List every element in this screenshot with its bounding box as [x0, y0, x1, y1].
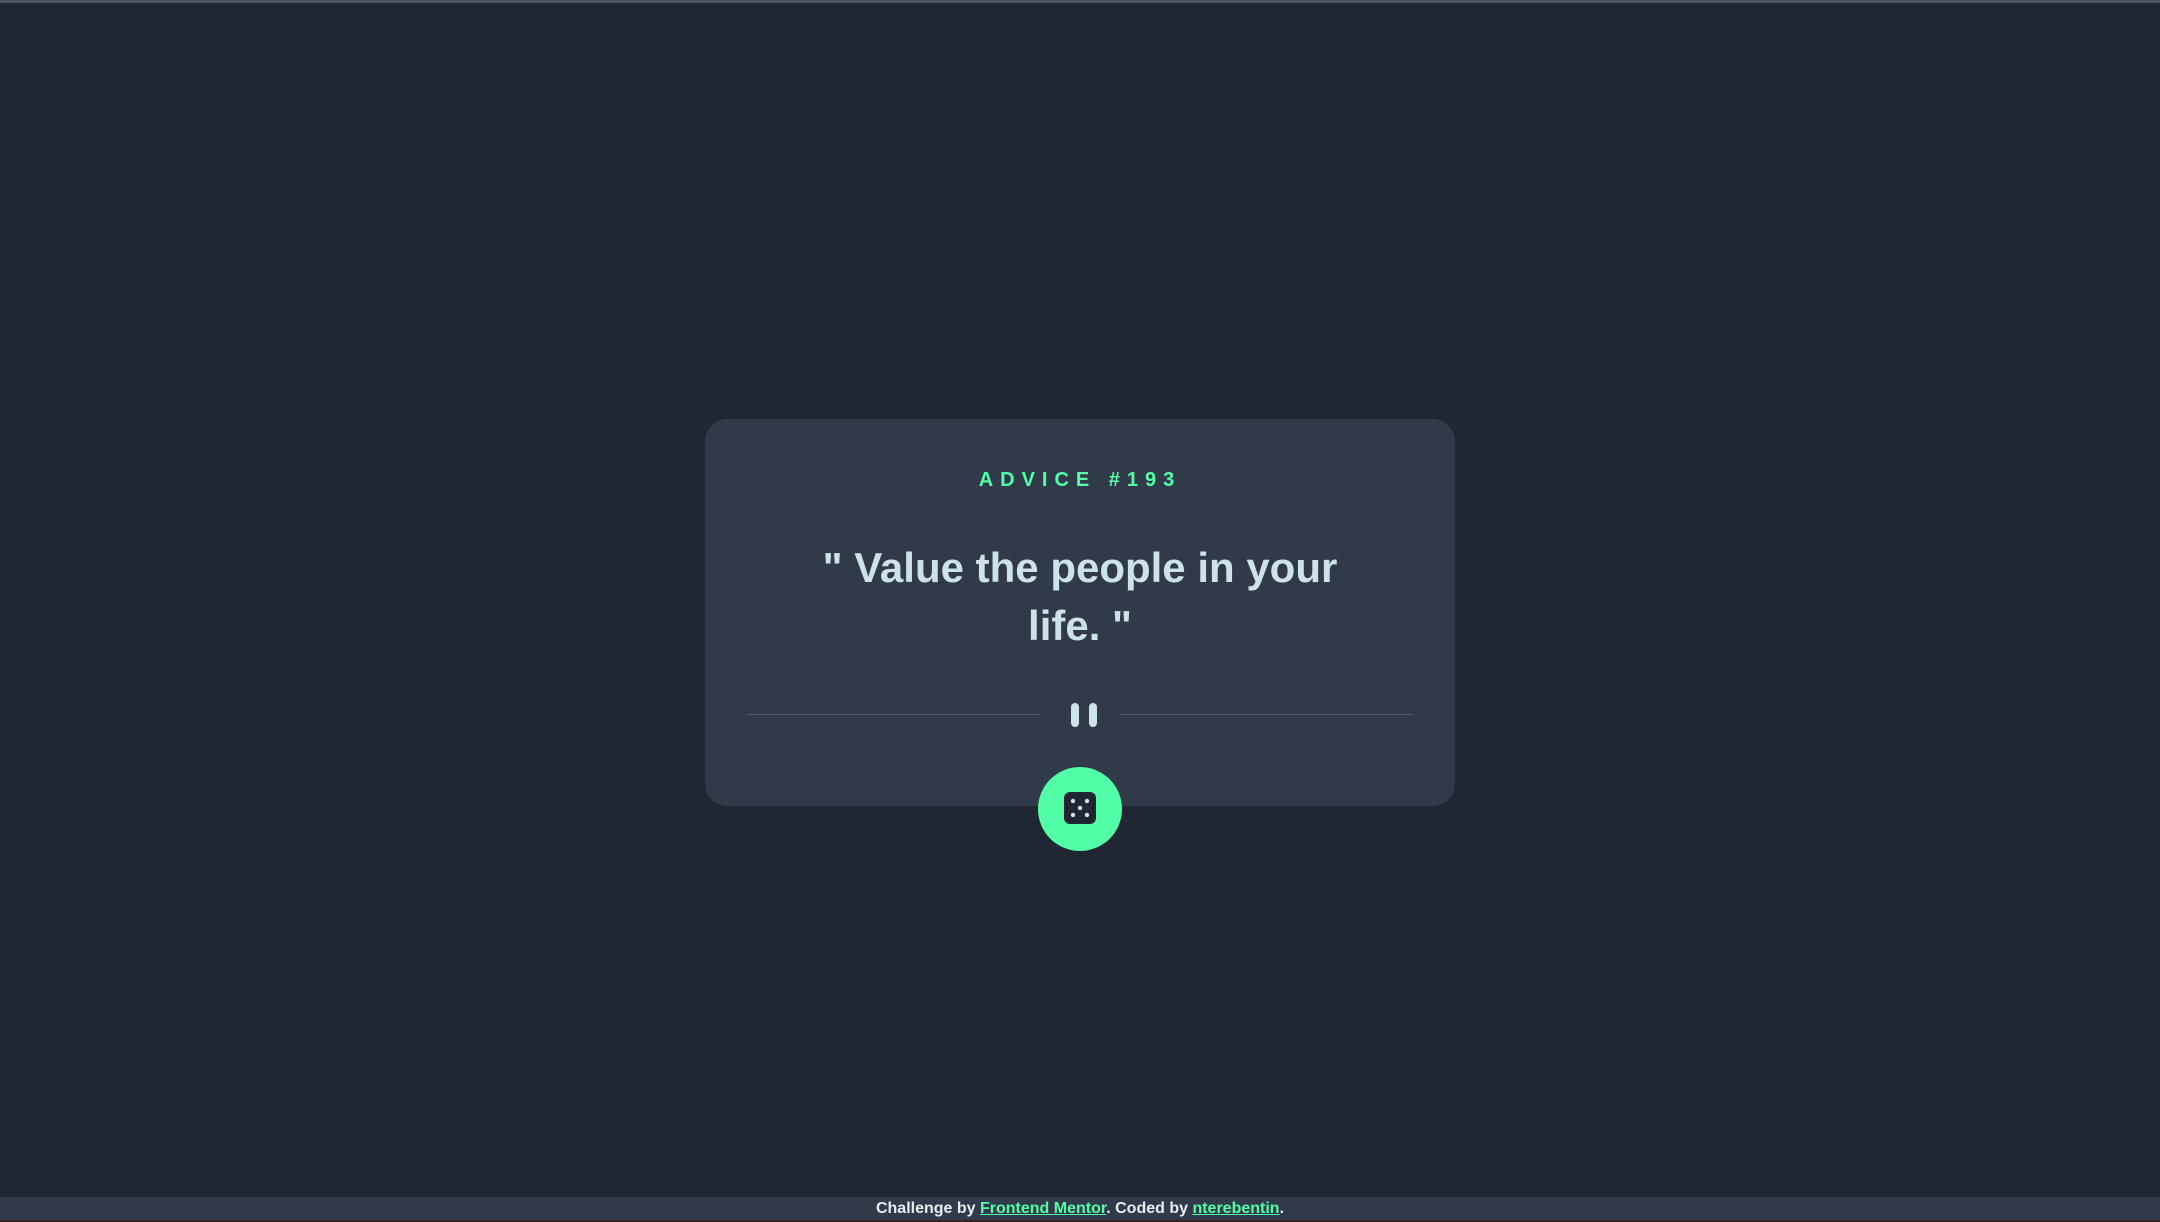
footer-attribution: Challenge by Frontend Mentor. Coded by n…: [0, 1197, 2160, 1222]
advice-card: ADVICE #193 " Value the people in your l…: [705, 419, 1455, 806]
generate-advice-button[interactable]: [1038, 767, 1122, 851]
divider-line-right: [1119, 714, 1413, 715]
advice-id: ADVICE #193: [978, 469, 1182, 491]
divider-line-left: [747, 714, 1041, 715]
top-border: [0, 0, 2160, 3]
divider: [747, 703, 1413, 727]
author-link[interactable]: nterebentin: [1192, 1200, 1279, 1217]
advice-quote: " Value the people in your life. ": [822, 544, 1338, 649]
pause-bar-left: [1071, 703, 1079, 727]
dice-icon: [1063, 791, 1097, 828]
footer-suffix: .: [1279, 1200, 1285, 1217]
footer-middle: . Coded by: [1106, 1200, 1193, 1217]
footer-prefix: Challenge by: [875, 1200, 980, 1217]
pause-bar-right: [1089, 703, 1097, 727]
frontend-mentor-link[interactable]: Frontend Mentor: [980, 1200, 1106, 1217]
pause-icon: [1069, 703, 1099, 727]
